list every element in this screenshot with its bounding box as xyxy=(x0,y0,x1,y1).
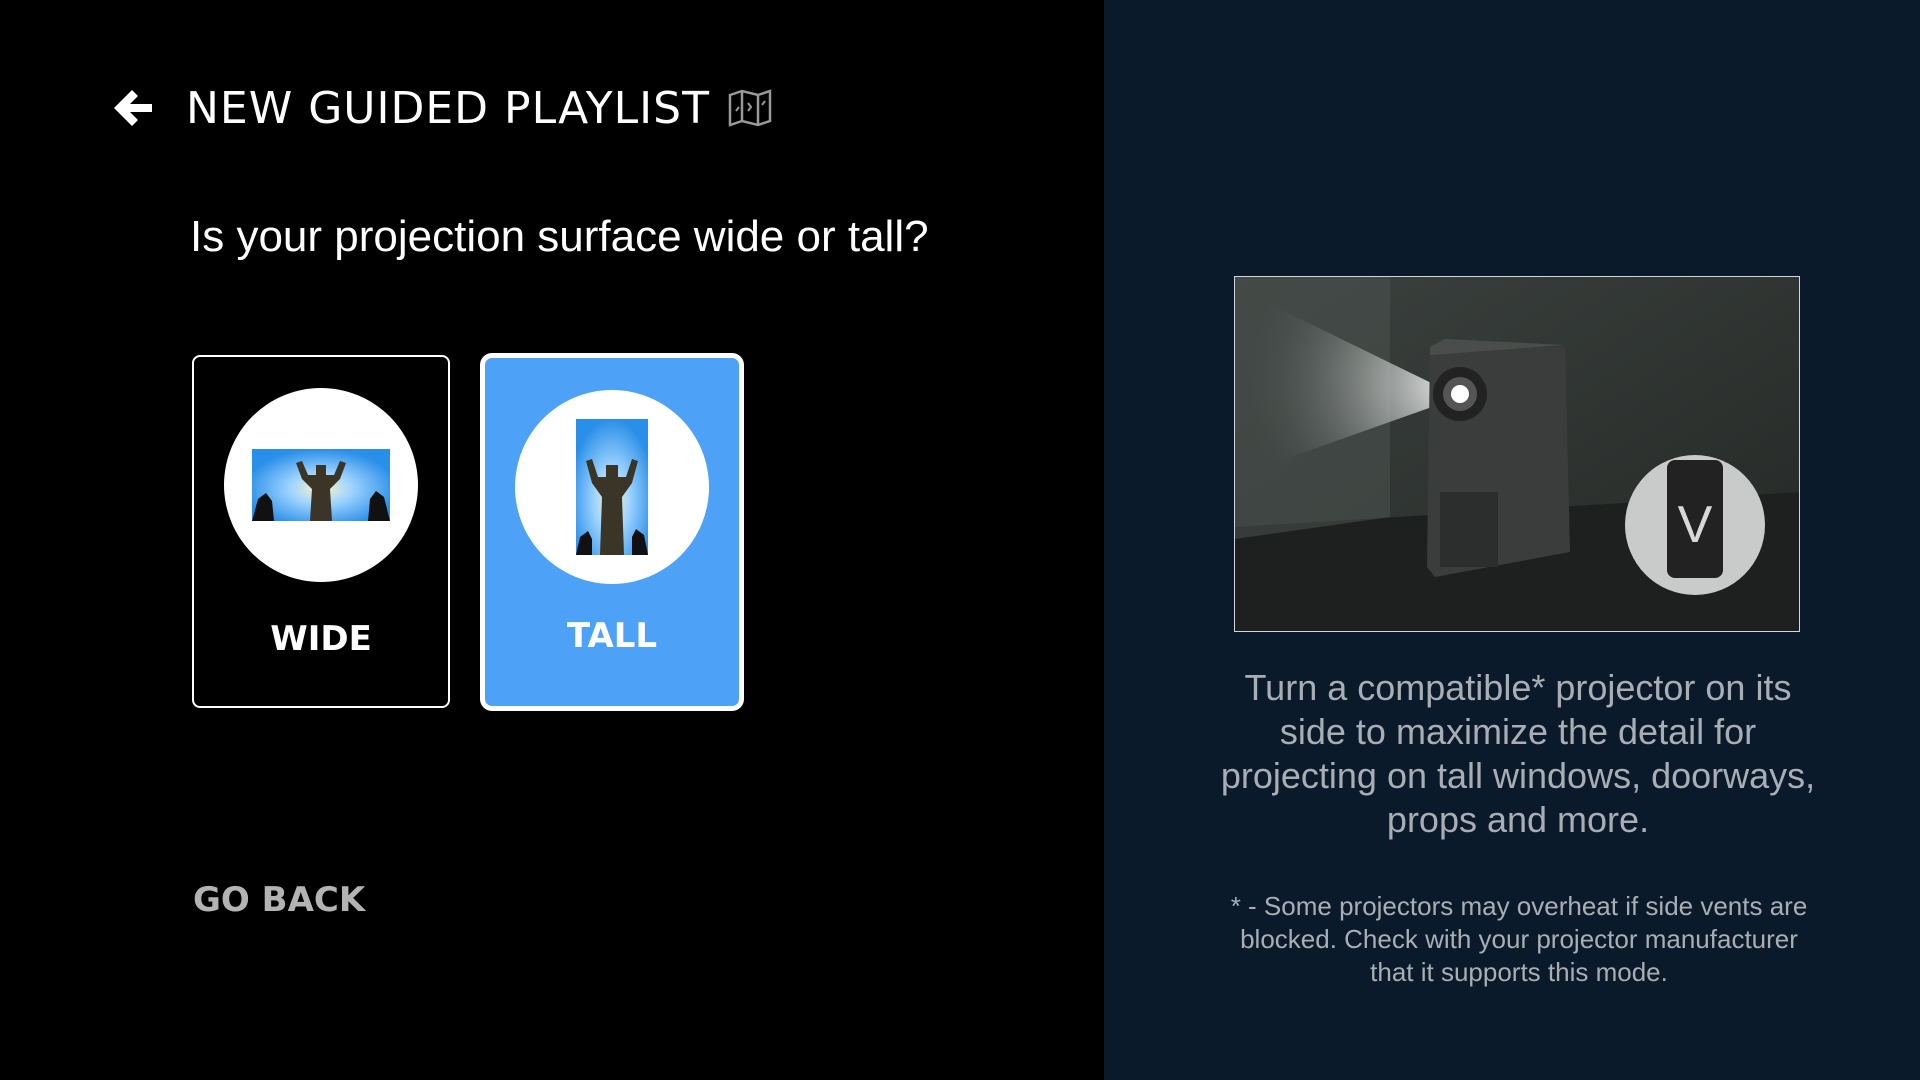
orientation-badge-text: V xyxy=(1678,496,1713,554)
tall-surface-thumbnail xyxy=(576,419,648,555)
go-back-button[interactable]: GO BACK xyxy=(193,880,365,920)
back-arrow-icon[interactable] xyxy=(110,85,156,131)
header: NEW GUIDED PLAYLIST xyxy=(110,78,772,138)
projector-preview-image: V xyxy=(1234,276,1800,632)
tall-option-card[interactable]: TALL xyxy=(480,353,744,711)
overheat-footnote: * - Some projectors may overheat if side… xyxy=(1230,891,1808,987)
wide-option-card[interactable]: WIDE xyxy=(192,355,450,708)
wide-surface-thumbnail xyxy=(252,449,390,521)
tall-thumbnail-circle xyxy=(515,390,709,584)
orientation-description: Turn a compatible* projector on its side… xyxy=(1220,667,1816,840)
tall-option-label: TALL xyxy=(566,616,658,656)
wide-thumbnail-circle xyxy=(224,388,418,582)
map-icon xyxy=(728,89,772,127)
wide-option-label: WIDE xyxy=(270,619,372,659)
page-title: NEW GUIDED PLAYLIST xyxy=(186,82,710,134)
projector-illustration: V xyxy=(1235,277,1799,631)
question-text: Is your projection surface wide or tall? xyxy=(190,212,929,261)
